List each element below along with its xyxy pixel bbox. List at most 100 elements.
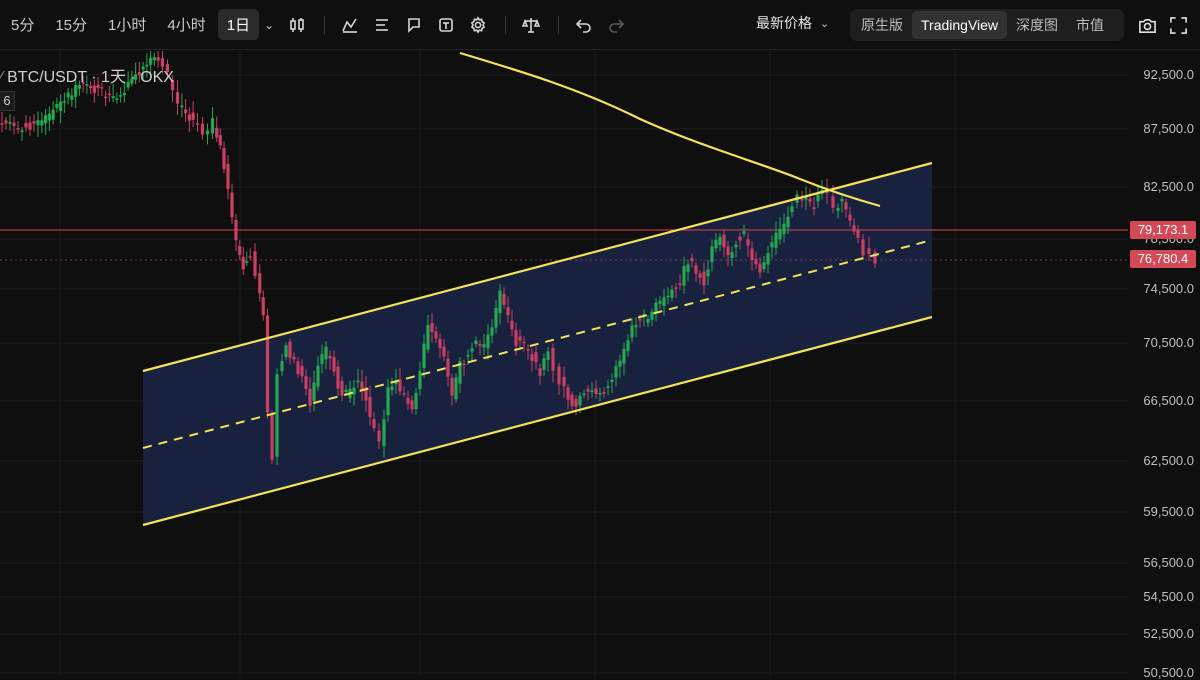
candle-body [614,366,618,378]
candle-body [800,198,804,201]
symbol-legend[interactable]: ⁄ BTC/USDT · 1天 · OKX [0,63,174,87]
candle-type-icon[interactable] [282,10,312,40]
candle-body [107,93,111,96]
candle-body [442,346,446,357]
candle-body [430,323,434,332]
fullscreen-icon[interactable] [1166,13,1190,37]
candle-body [218,135,222,146]
screenshot-icon[interactable] [1135,13,1159,37]
price-tick-label: 54,500.0 [1143,589,1194,604]
candle-body [4,120,8,124]
candle-body [570,394,574,406]
candle-body [498,290,502,314]
candle-body [618,360,622,367]
candle-body [195,123,200,125]
candle-body [0,123,4,125]
candle-body [812,207,816,209]
timeframe-4h[interactable]: 4小时 [158,9,214,40]
candle-body [831,196,835,208]
price-type-dropdown[interactable]: 最新价格 ⌄ [756,13,829,33]
candle-body [586,388,590,392]
redo-icon[interactable] [601,10,631,40]
candle-body [530,354,534,361]
candle-body [534,352,538,363]
candle-body [782,223,786,235]
candle-body [191,112,195,120]
candle-body [386,387,390,416]
undo-icon[interactable] [569,10,599,40]
candle-body [602,392,606,394]
candle-body [774,232,778,248]
candle-body [808,198,812,202]
view-tradingview[interactable]: TradingView [912,11,1008,39]
view-native[interactable]: 原生版 [852,9,912,41]
price-tick-label: 74,500.0 [1143,281,1194,296]
timeframe-1d[interactable]: 1日 [217,9,260,40]
view-depth[interactable]: 深度图 [1007,9,1067,41]
candle-body [414,392,418,410]
candle-body [542,358,546,370]
candle-body [275,374,279,457]
candle-body [848,214,852,221]
timeframe-dropdown-icon[interactable]: ⌄ [264,18,274,32]
candle-body [156,57,160,61]
price-tick-label: 66,500.0 [1143,393,1194,408]
candle-body [36,120,40,126]
price-tick-label: 56,500.0 [1143,555,1194,570]
candle-body [258,273,262,294]
candle-body [332,357,336,372]
pane-badge[interactable]: 6 [0,91,15,111]
toolbar-divider [505,15,507,34]
candle-body [598,392,602,395]
view-market-cap[interactable]: 市值 [1067,9,1113,41]
candle-body [122,92,126,96]
timeframe-5m[interactable]: 5分 [2,9,43,40]
compare-icon[interactable] [516,10,546,40]
candle-body [856,230,860,238]
candlestick-chart[interactable] [0,51,1128,677]
drawing-lines-icon[interactable] [367,10,397,40]
candle-body [187,114,191,121]
indicators-icon[interactable] [335,10,365,40]
candle-body [786,216,790,228]
candle-body [514,329,518,346]
candle-body [840,198,844,202]
candle-body [20,130,24,133]
candle-body [119,95,123,97]
chart-pane[interactable]: ⁄ BTC/USDT · 1天 · OKX 6 [0,51,1200,677]
candle-body [368,396,372,417]
candle-body [738,236,742,241]
candle-body [610,379,614,382]
timeframe-15m[interactable]: 15分 [46,9,96,40]
candle-body [654,302,658,313]
candle-body [300,366,304,377]
candle-body [261,297,265,316]
candle-body [482,344,486,348]
candle-body [690,258,694,262]
candle-body [230,192,234,218]
candle-body [686,264,690,272]
price-tick-label: 87,500.0 [1143,121,1194,136]
candle-body [758,263,762,273]
candle-body [44,115,48,124]
candle-body [434,331,438,339]
candle-body [742,231,746,234]
candle-body [646,318,650,323]
candle-body [288,341,292,358]
candle-body [184,109,188,114]
timeframe-1h[interactable]: 1小时 [99,9,155,40]
candle-body [28,122,32,130]
candle-body [328,355,332,359]
candle-body [754,258,758,265]
candle-body [626,340,630,352]
candle-body [674,287,678,289]
candle-body [104,96,108,99]
price-axis[interactable]: 92,500.087,500.082,500.078,500.074,500.0… [1128,51,1200,680]
candle-body [546,351,550,360]
settings-icon[interactable] [463,10,493,40]
replay-icon[interactable] [399,10,429,40]
candle-body [662,297,666,306]
alerts-icon[interactable] [431,10,461,40]
candle-body [852,225,856,232]
candle-body [518,336,522,341]
